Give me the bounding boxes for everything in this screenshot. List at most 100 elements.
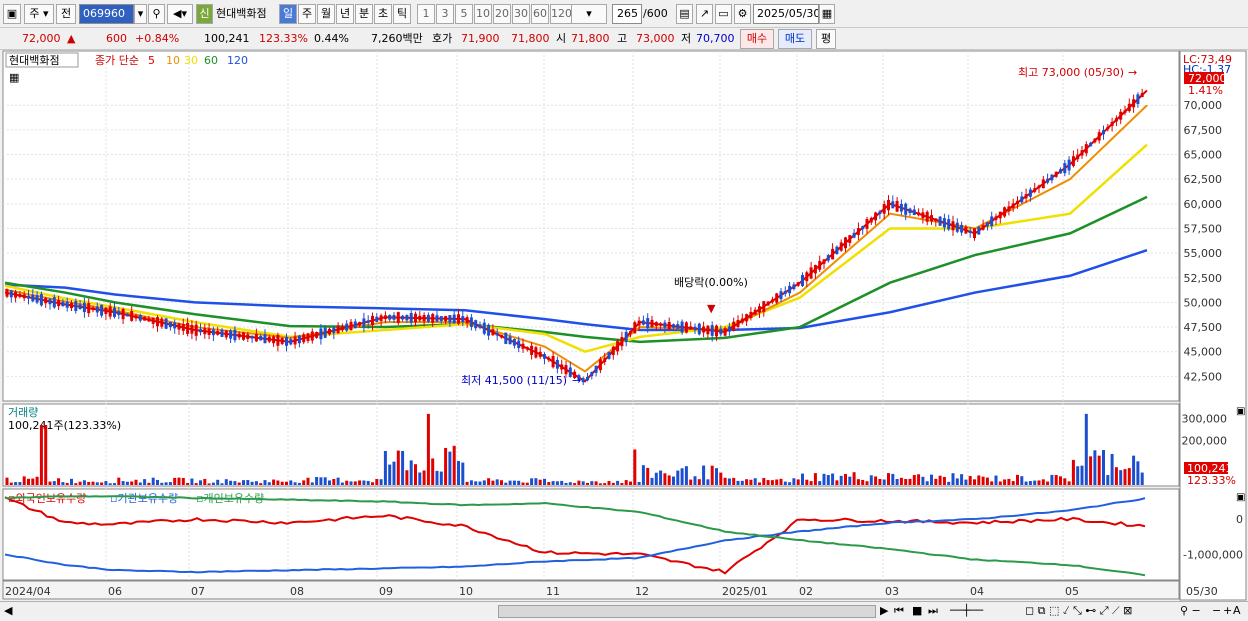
tab-7[interactable]: 틱	[393, 4, 411, 24]
volume-bar	[719, 472, 723, 485]
volume-bar	[181, 478, 185, 485]
tab-1[interactable]: 일	[279, 4, 297, 24]
volume-bar	[981, 476, 985, 485]
compare-button[interactable]: 전	[56, 4, 76, 24]
volume-bar	[431, 458, 435, 485]
code-dropdown[interactable]: ▾	[134, 4, 147, 24]
stop-icon[interactable]: ■	[912, 601, 922, 621]
candle	[336, 325, 340, 334]
volume-bar	[895, 479, 899, 485]
volume-bar	[822, 473, 826, 485]
volume-bar	[555, 481, 559, 485]
volume-bar	[1028, 481, 1032, 485]
candle	[293, 336, 297, 345]
x-tick-label: 03	[885, 585, 899, 598]
volume-bar	[968, 476, 972, 485]
forward-icon[interactable]: ⏭	[928, 601, 938, 621]
volume-bar	[861, 479, 865, 485]
bid-price: 71,800	[511, 32, 550, 45]
volume-bar	[1123, 469, 1127, 485]
tab-4[interactable]: 년	[336, 4, 354, 24]
volume-bar	[1011, 481, 1015, 485]
volume-bar	[61, 482, 65, 485]
volume-bar	[27, 478, 30, 485]
tab-3[interactable]: 월	[317, 4, 335, 24]
scroll-right-icon[interactable]: ▶	[880, 601, 888, 621]
candle	[465, 317, 469, 324]
zoom-slider[interactable]: ──┼──	[950, 601, 983, 621]
date-input[interactable]: 2025/05/30	[753, 4, 819, 24]
candle	[770, 299, 774, 303]
period-3[interactable]: 3	[436, 4, 454, 24]
sell-button[interactable]: 매도	[778, 29, 812, 49]
volume-bar	[1127, 468, 1131, 485]
candle	[113, 307, 116, 317]
candle	[1050, 174, 1054, 181]
period-10[interactable]: 10	[474, 4, 492, 24]
volume-bar	[659, 470, 663, 485]
candle	[5, 289, 9, 297]
chart-area[interactable]: 70,000 67,500 65,000 62,500 60,000 57,500 55,0…	[0, 50, 1248, 601]
tool-icons[interactable]: ◻ ⧉ ⬚ ⸔ ⤡ ⊷ ⤢ ⟋ ⊠	[1025, 601, 1132, 621]
tab-2[interactable]: 주	[298, 4, 316, 24]
search-icon[interactable]: ⚲	[148, 4, 165, 24]
custom-period-dropdown[interactable]: ▾	[571, 4, 607, 24]
plus-icon[interactable]: +	[1223, 601, 1232, 621]
stock-code-input[interactable]: 069960	[79, 4, 134, 24]
volume-bar	[1132, 455, 1136, 485]
volume-bar	[1024, 481, 1028, 485]
volume-bar	[306, 477, 310, 485]
period-20[interactable]: 20	[493, 4, 511, 24]
info-bar: 72,000 ▲ 600 +0.84% 100,241 123.33% 0.44…	[0, 28, 1248, 50]
tab-6[interactable]: 초	[374, 4, 392, 24]
candle-type-icon[interactable]: ▤	[676, 4, 693, 24]
volume-bar	[91, 481, 95, 485]
candle	[371, 315, 374, 326]
speaker-icon[interactable]: ◀▾	[167, 4, 193, 24]
eval-button[interactable]: 평	[816, 29, 836, 49]
candle	[237, 333, 241, 338]
buy-button[interactable]: 매수	[740, 29, 774, 49]
period-120[interactable]: 120	[550, 4, 572, 24]
candle	[874, 212, 878, 221]
save-icon[interactable]: ▭	[715, 4, 732, 24]
scroll-left-icon[interactable]: ◀	[4, 601, 12, 621]
volume-bar	[474, 481, 478, 485]
candle	[1033, 188, 1037, 192]
period-30[interactable]: 30	[512, 4, 530, 24]
candle	[491, 329, 495, 336]
period-unit-select[interactable]: 주 ▾	[24, 4, 54, 24]
candle	[908, 208, 912, 213]
volume-bar	[237, 482, 241, 485]
candle	[912, 209, 916, 216]
candle	[366, 320, 370, 323]
volume-bar	[469, 480, 473, 485]
gear-icon[interactable]: ⚙	[734, 4, 751, 24]
period-1[interactable]: 1	[417, 4, 435, 24]
candle	[444, 316, 448, 322]
period-5[interactable]: 5	[455, 4, 473, 24]
volume-bar	[508, 480, 512, 485]
candle	[392, 315, 396, 320]
volume-bar	[409, 460, 413, 485]
scroll-thumb[interactable]	[498, 605, 876, 618]
price-tick-label: 55,000	[1184, 247, 1223, 260]
volume-bar	[353, 481, 357, 485]
zoom-out-icon[interactable]: ⚲ −	[1180, 601, 1201, 621]
zoom-in-icon[interactable]: −	[1212, 601, 1221, 621]
volume-bar	[1110, 453, 1114, 485]
font-size-icon[interactable]: A	[1233, 601, 1241, 621]
window-icon[interactable]: ▣	[3, 4, 21, 24]
candle	[328, 328, 331, 335]
volume-bar	[577, 480, 581, 485]
price-tick-label: 45,000	[1184, 346, 1223, 359]
data-count-input[interactable]: 265	[612, 4, 642, 24]
rewind-icon[interactable]: ⏮	[894, 601, 904, 621]
volume-bar	[766, 480, 770, 485]
volume-bar	[732, 477, 736, 485]
period-60[interactable]: 60	[531, 4, 549, 24]
trend-icon[interactable]: ↗	[696, 4, 713, 24]
tab-5[interactable]: 분	[355, 4, 373, 24]
calendar-icon[interactable]: ▦	[819, 4, 835, 24]
volume-bar	[581, 481, 585, 485]
